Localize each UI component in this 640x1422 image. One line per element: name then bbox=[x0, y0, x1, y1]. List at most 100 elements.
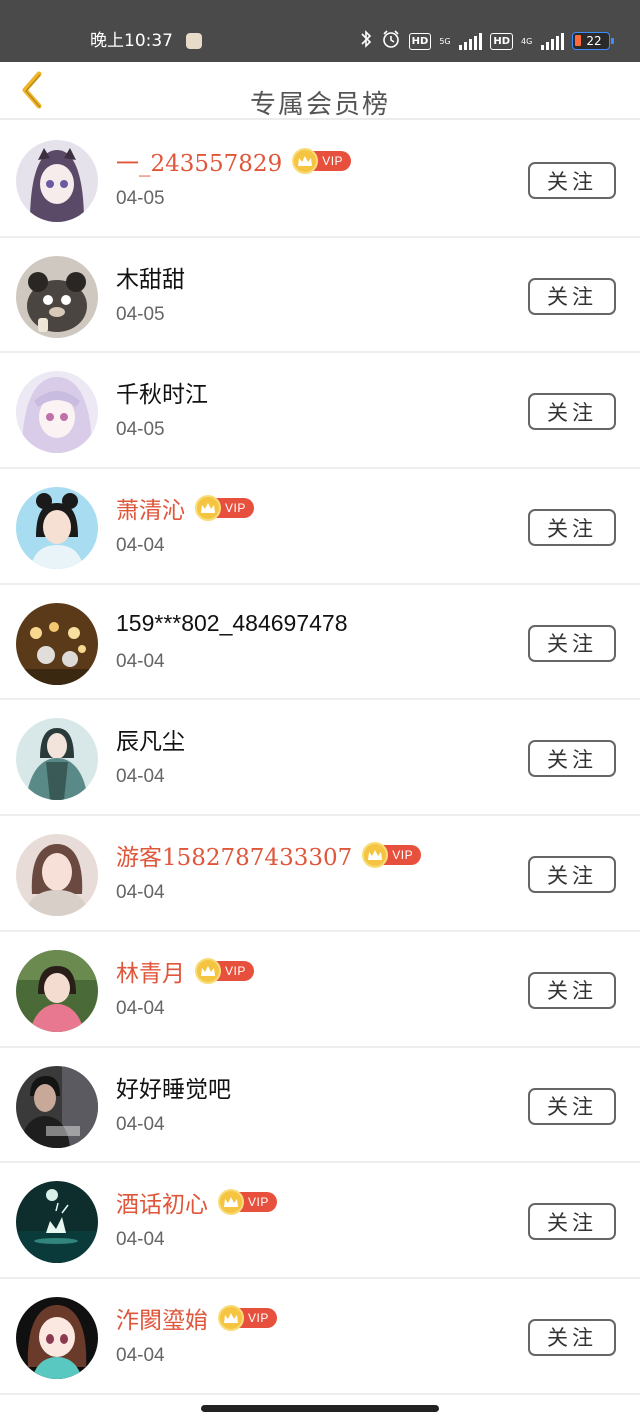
list-item[interactable]: 游客1582787433307 VIP 04-04 关注 bbox=[0, 816, 640, 932]
vip-label: VIP bbox=[322, 154, 344, 168]
member-name: 酒话初心 bbox=[116, 1192, 208, 1219]
follow-button[interactable]: 关注 bbox=[528, 740, 616, 778]
status-bar: 晚上10:37 HD 5G HD 4G 22 bbox=[0, 0, 640, 62]
avatar[interactable] bbox=[16, 371, 98, 454]
name-line: 木甜甜 bbox=[116, 262, 185, 293]
follow-button[interactable]: 关注 bbox=[528, 1087, 616, 1125]
member-name: 木甜甜 bbox=[116, 266, 185, 293]
crown-icon bbox=[195, 957, 221, 984]
network-type-label-2: 4G bbox=[521, 36, 533, 46]
list-item[interactable]: 木甜甜 04-05 关注 bbox=[0, 237, 640, 354]
battery-icon: 22 bbox=[572, 32, 614, 50]
member-date: 04-04 bbox=[116, 1344, 165, 1366]
vip-badge: VIP bbox=[362, 842, 422, 869]
member-name: 辰凡尘 bbox=[116, 729, 185, 756]
member-date: 04-04 bbox=[116, 766, 165, 788]
name-line: 林青月 VIP bbox=[116, 956, 254, 987]
vip-badge: VIP bbox=[195, 957, 254, 984]
follow-button[interactable]: 关注 bbox=[528, 393, 616, 431]
vip-label: VIP bbox=[225, 501, 246, 516]
member-name: 萧清沁 bbox=[116, 498, 185, 525]
signal-strength-icon-2 bbox=[541, 32, 564, 50]
vip-badge: VIP bbox=[195, 495, 254, 522]
list-item[interactable]: 千秋时江 04-05 关注 bbox=[0, 353, 640, 470]
home-indicator[interactable] bbox=[201, 1405, 439, 1412]
follow-button[interactable]: 关注 bbox=[528, 971, 616, 1009]
follow-button[interactable]: 关注 bbox=[528, 162, 616, 199]
signal-strength-icon bbox=[459, 32, 483, 50]
hd-icon: HD bbox=[408, 32, 432, 50]
follow-button[interactable]: 关注 bbox=[528, 1318, 616, 1356]
page-title: 专属会员榜 bbox=[249, 90, 390, 120]
member-name: 159***802_484697478 bbox=[116, 610, 348, 637]
follow-button[interactable]: 关注 bbox=[528, 509, 616, 547]
member-name: 游客1582787433307 bbox=[116, 845, 353, 872]
avatar[interactable] bbox=[16, 602, 98, 685]
name-line: 辰凡尘 bbox=[116, 724, 185, 756]
hd-icon-2: HD bbox=[490, 32, 513, 50]
avatar[interactable] bbox=[16, 718, 98, 801]
member-date: 04-04 bbox=[116, 650, 165, 672]
member-date: 04-04 bbox=[116, 882, 165, 904]
name-line: 好好睡觉吧 bbox=[116, 1072, 231, 1103]
name-line: 泎閡瑬姢 VIP bbox=[116, 1303, 277, 1334]
member-date: 04-04 bbox=[116, 1229, 165, 1251]
member-date: 04-05 bbox=[116, 419, 165, 441]
follow-button[interactable]: 关注 bbox=[528, 624, 616, 662]
avatar[interactable] bbox=[16, 834, 98, 917]
name-line: 萧清沁 VIP bbox=[116, 493, 254, 525]
member-date: 04-05 bbox=[116, 303, 165, 325]
list-item[interactable]: 酒话初心 VIP 04-04 关注 bbox=[0, 1163, 640, 1279]
status-icons: HD 5G HD 4G 22 bbox=[359, 28, 614, 54]
list-item[interactable]: 泎閡瑬姢 VIP 04-04 关注 bbox=[0, 1278, 640, 1395]
vip-badge: VIP bbox=[292, 148, 352, 174]
avatar[interactable] bbox=[16, 140, 98, 222]
name-line: 酒话初心 VIP bbox=[116, 1187, 277, 1219]
avatar[interactable] bbox=[16, 1065, 98, 1148]
member-name: 千秋时江 bbox=[116, 382, 208, 409]
list-item[interactable]: 一_243557829 VIP 04-05 关注 bbox=[0, 122, 640, 238]
follow-button[interactable]: 关注 bbox=[528, 856, 616, 894]
avatar[interactable] bbox=[16, 487, 98, 570]
crown-icon bbox=[218, 1304, 244, 1331]
avatar[interactable] bbox=[16, 1296, 98, 1379]
battery-level: 22 bbox=[586, 34, 602, 48]
follow-button[interactable]: 关注 bbox=[528, 277, 616, 315]
list-item[interactable]: 159***802_484697478 04-04 关注 bbox=[0, 584, 640, 701]
name-line: 159***802_484697478 bbox=[116, 609, 348, 639]
network-type-label: 5G bbox=[439, 36, 451, 46]
status-time: 晚上10:37 bbox=[90, 31, 173, 51]
app-notification-icon bbox=[186, 33, 202, 49]
list-item[interactable]: 林青月 VIP 04-04 关注 bbox=[0, 931, 640, 1048]
follow-button[interactable]: 关注 bbox=[528, 1203, 616, 1241]
crown-icon bbox=[362, 842, 389, 869]
bluetooth-icon bbox=[359, 29, 373, 54]
crown-icon bbox=[195, 495, 221, 522]
header-bar: 专属会员榜 bbox=[0, 62, 640, 120]
member-name: 林青月 bbox=[116, 960, 185, 987]
member-date: 04-04 bbox=[116, 535, 165, 557]
member-name: 一_243557829 bbox=[116, 151, 283, 177]
member-date: 04-04 bbox=[116, 997, 165, 1019]
member-name: 泎閡瑬姢 bbox=[116, 1307, 208, 1334]
alarm-icon bbox=[381, 29, 401, 54]
member-date: 04-05 bbox=[116, 188, 165, 209]
list-item[interactable]: 好好睡觉吧 04-04 关注 bbox=[0, 1047, 640, 1164]
vip-label: VIP bbox=[225, 963, 246, 978]
vip-badge: VIP bbox=[218, 1189, 277, 1216]
list-item[interactable]: 萧清沁 VIP 04-04 关注 bbox=[0, 469, 640, 585]
vip-label: VIP bbox=[248, 1310, 269, 1325]
avatar[interactable] bbox=[16, 255, 98, 338]
name-line: 千秋时江 bbox=[116, 377, 208, 409]
avatar[interactable] bbox=[16, 1181, 98, 1264]
vip-label: VIP bbox=[392, 848, 414, 863]
crown-icon bbox=[218, 1189, 244, 1216]
member-date: 04-04 bbox=[116, 1113, 165, 1135]
avatar[interactable] bbox=[16, 949, 98, 1032]
name-line: 一_243557829 VIP bbox=[116, 146, 352, 177]
member-name: 好好睡觉吧 bbox=[116, 1076, 231, 1103]
list-item[interactable]: 辰凡尘 04-04 关注 bbox=[0, 700, 640, 817]
crown-icon bbox=[292, 148, 319, 174]
name-line: 游客1582787433307 VIP bbox=[116, 840, 422, 872]
vip-badge: VIP bbox=[218, 1304, 277, 1331]
